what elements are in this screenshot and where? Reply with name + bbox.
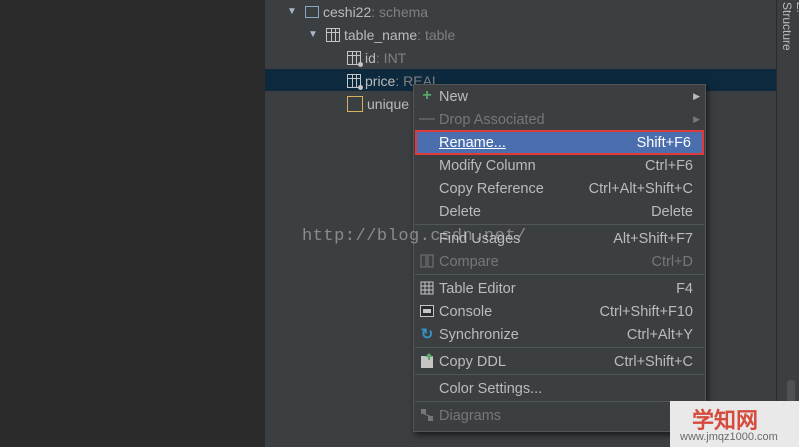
column-type: : INT	[375, 49, 407, 66]
ddl-icon	[420, 353, 434, 368]
menu-separator	[415, 347, 704, 348]
minus-icon: —	[419, 110, 435, 127]
column-name: price	[365, 72, 396, 89]
menu-item-console[interactable]: Console Ctrl+Shift+F10	[414, 300, 705, 323]
table-icon	[326, 27, 340, 42]
diagram-icon	[420, 408, 434, 422]
table-icon	[420, 281, 434, 295]
brand-logo: 学知网 www.jmqz1000.com	[670, 401, 799, 447]
menu-separator	[415, 224, 704, 225]
tree-node-column-id[interactable]: id: INT	[347, 46, 406, 69]
menu-item-delete[interactable]: Delete Delete	[414, 200, 705, 223]
expand-arrow-icon[interactable]: ▼	[287, 6, 305, 17]
column-icon	[347, 50, 363, 67]
menu-item-table-editor[interactable]: Table Editor F4	[414, 277, 705, 300]
menu-item-copy-ddl[interactable]: Copy DDL Ctrl+Shift+C	[414, 350, 705, 373]
expand-arrow-icon[interactable]: ▼	[308, 29, 326, 40]
right-tool-strip: Z: Structure	[776, 0, 799, 447]
schema-kind: : schema	[371, 3, 429, 20]
tree-node-unique-key[interactable]: unique	[347, 92, 409, 115]
menu-item-synchronize[interactable]: ↻ Synchronize Ctrl+Alt+Y	[414, 323, 705, 346]
brand-url: www.jmqz1000.com	[680, 431, 778, 443]
submenu-arrow-icon: ▶	[693, 91, 700, 101]
unique-key-icon	[347, 95, 363, 112]
menu-item-diagrams[interactable]: Diagrams	[414, 404, 705, 427]
menu-item-copy-reference[interactable]: Copy Reference Ctrl+Alt+Shift+C	[414, 177, 705, 200]
table-name: table_name	[344, 26, 418, 43]
structure-tab[interactable]: Z: Structure	[777, 0, 799, 64]
column-name: id	[365, 49, 376, 66]
column-icon	[347, 73, 363, 90]
structure-tab-label: Z: Structure	[780, 2, 799, 51]
console-icon	[420, 304, 434, 318]
schema-icon	[305, 5, 319, 18]
table-kind: : table	[417, 26, 456, 43]
menu-separator	[415, 274, 704, 275]
schema-name: ceshi22	[323, 3, 372, 20]
sync-icon: ↻	[420, 326, 434, 343]
tree-node-table[interactable]: ▼ table_name: table	[308, 23, 455, 46]
tree-node-schema[interactable]: ▼ ceshi22: schema	[287, 0, 428, 23]
menu-separator	[415, 374, 704, 375]
menu-item-rename[interactable]: Rename... Shift+F6	[415, 130, 704, 155]
compare-icon	[420, 254, 434, 268]
menu-separator	[415, 401, 704, 402]
menu-item-drop-associated[interactable]: — Drop Associated ▶	[414, 108, 705, 131]
submenu-arrow-icon: ▶	[693, 114, 700, 124]
watermark-text: http://blog.csdn.net/	[302, 227, 527, 246]
plus-icon: +	[422, 87, 432, 104]
context-menu: + New ▶ — Drop Associated ▶ Rename... Sh…	[413, 84, 706, 432]
menu-item-new[interactable]: + New ▶	[414, 85, 705, 108]
menu-item-color-settings[interactable]: Color Settings...	[414, 377, 705, 400]
left-editor-area	[0, 0, 265, 447]
menu-item-compare[interactable]: Compare Ctrl+D	[414, 250, 705, 273]
key-name: unique	[367, 95, 410, 112]
menu-item-modify-column[interactable]: Modify Column Ctrl+F6	[414, 154, 705, 177]
